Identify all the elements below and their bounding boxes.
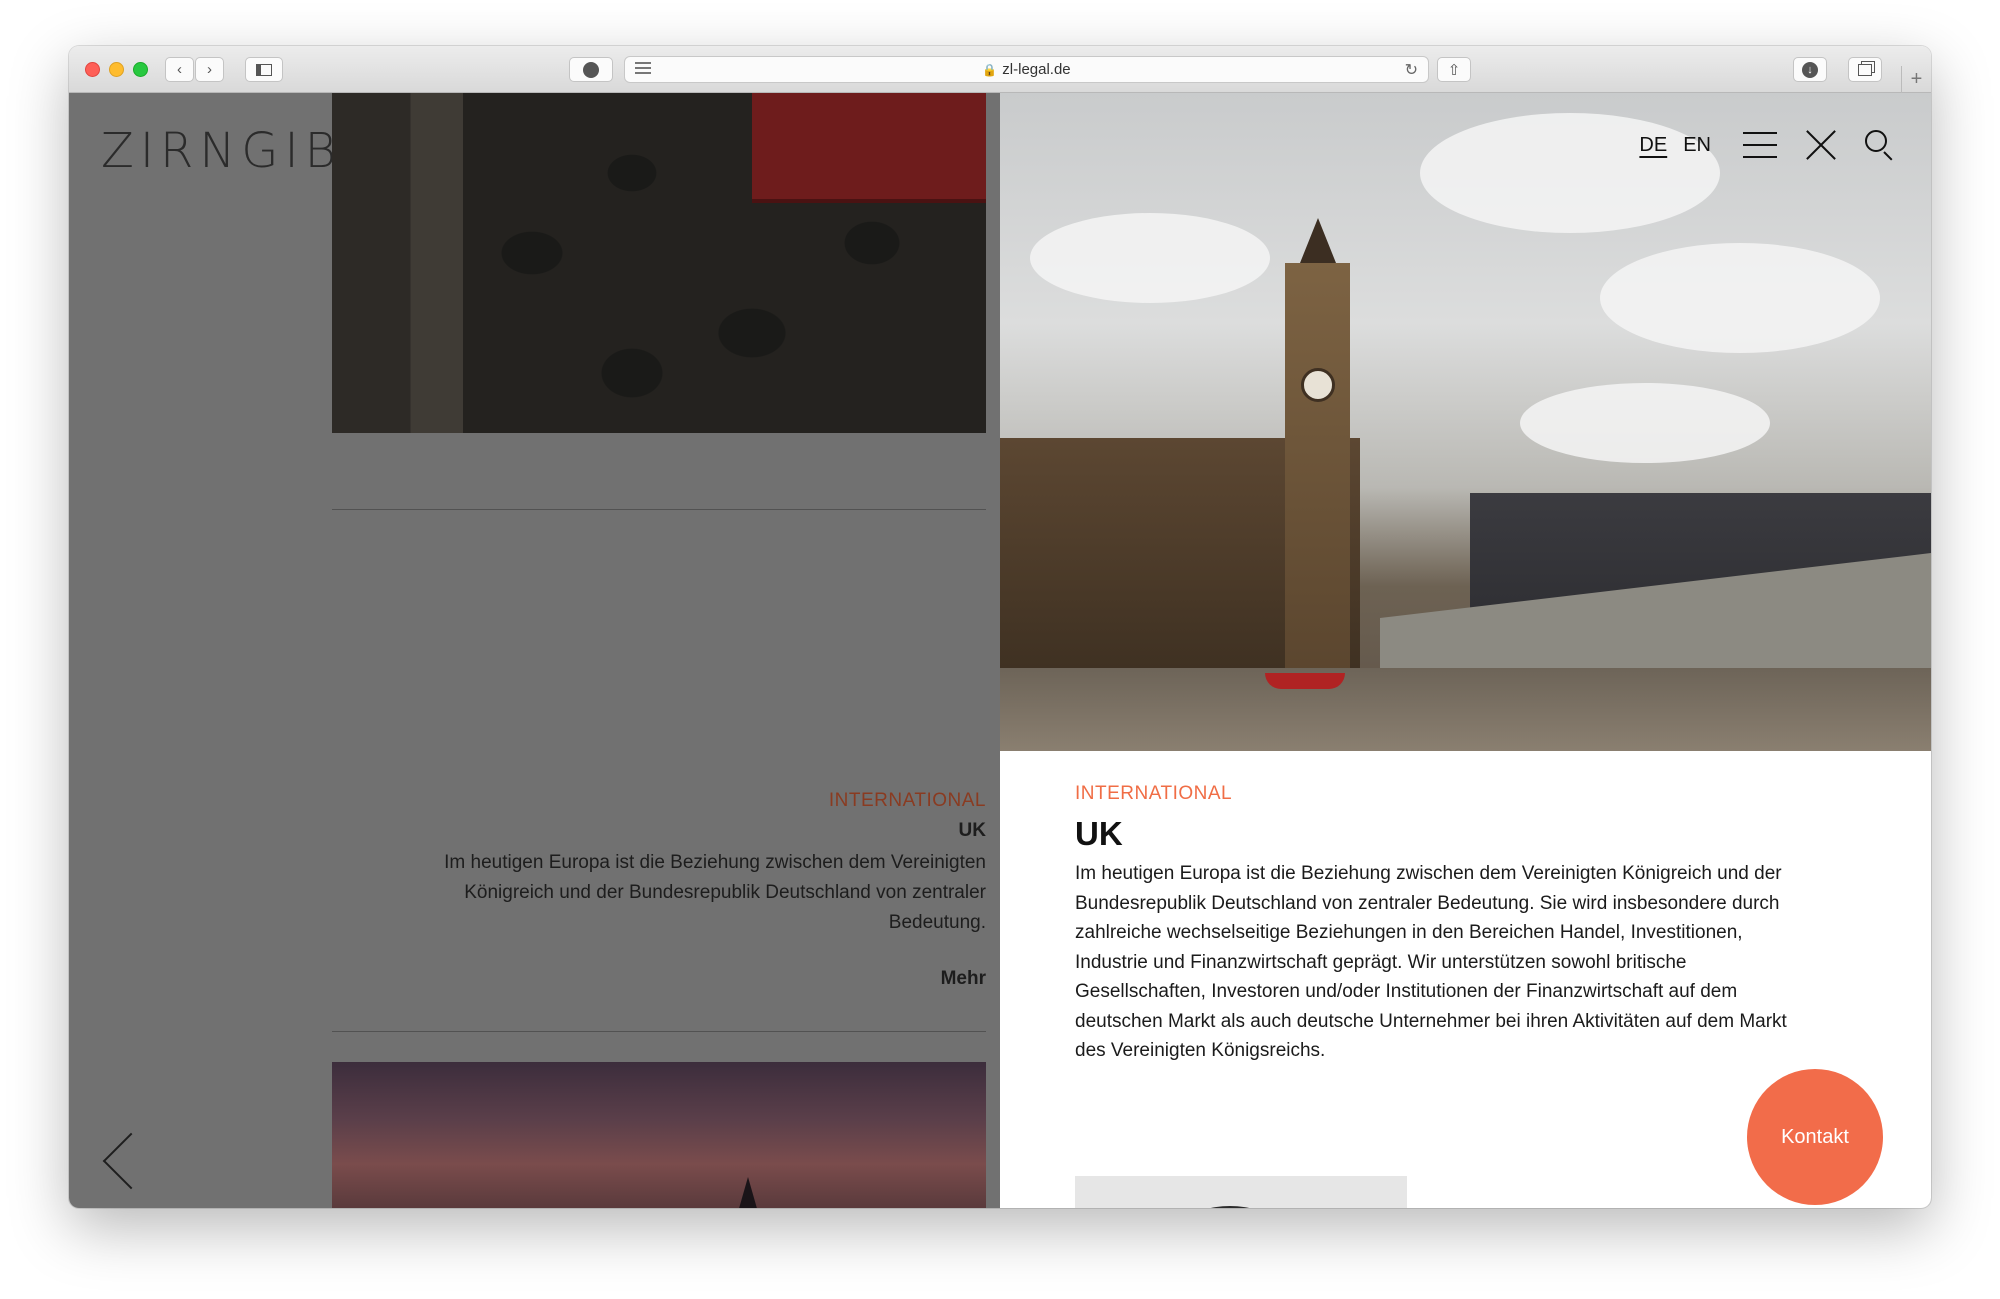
- page-content: ZIRNGIBL INTERNATIONAL UK Im heutigen Eu…: [69, 93, 1931, 1208]
- address-bar[interactable]: 🔒 zl-legal.de ↻: [624, 56, 1429, 83]
- browser-titlebar: ‹ › 🔒 zl-legal.de ↻ ⇧ ↓ +: [69, 46, 1931, 93]
- share-button[interactable]: ⇧: [1437, 57, 1471, 82]
- boat-shape: [1265, 673, 1345, 689]
- reload-icon[interactable]: ↻: [1405, 60, 1418, 80]
- portrait-image: [1075, 1176, 1407, 1208]
- more-link[interactable]: Mehr: [332, 968, 986, 990]
- menu-icon[interactable]: [1743, 132, 1777, 158]
- window-minimize-icon[interactable]: [109, 62, 124, 77]
- panel-body: INTERNATIONAL UK Im heutigen Europa ist …: [1075, 783, 1795, 1066]
- sunset-city-image[interactable]: [332, 1062, 986, 1208]
- cloud-shape: [1600, 243, 1880, 353]
- card-title: UK: [958, 820, 986, 841]
- chevron-left-icon[interactable]: [102, 1132, 160, 1190]
- head-shape: [1155, 1206, 1305, 1208]
- lock-icon: 🔒: [982, 62, 998, 77]
- back-icon: ‹: [177, 61, 182, 78]
- panel-text: Im heutigen Europa ist die Beziehung zwi…: [1075, 863, 1787, 1061]
- big-ben-hero-image: [1000, 93, 1931, 751]
- panel-category: INTERNATIONAL: [1075, 783, 1233, 804]
- tabs-icon: [1858, 63, 1872, 76]
- search-icon[interactable]: [1865, 130, 1895, 161]
- grammarly-button[interactable]: [569, 57, 613, 82]
- clock-tower-shape: [1285, 263, 1350, 683]
- back-button[interactable]: ‹: [165, 57, 194, 82]
- card-text: Im heutigen Europa ist die Beziehung zwi…: [444, 852, 986, 933]
- contact-button[interactable]: Kontakt: [1747, 1069, 1883, 1205]
- river-shape: [1000, 668, 1931, 751]
- grammarly-icon: [583, 61, 599, 78]
- card-category: INTERNATIONAL: [828, 790, 986, 811]
- url-text: zl-legal.de: [1002, 61, 1071, 78]
- downloads-button[interactable]: ↓: [1793, 57, 1827, 82]
- bus-shape: [752, 93, 986, 203]
- close-icon[interactable]: [1805, 129, 1837, 161]
- uk-card-preview[interactable]: INTERNATIONAL UK Im heutigen Europa ist …: [332, 790, 986, 990]
- rickshaw-traffic-image[interactable]: [332, 93, 986, 433]
- browser-window: ‹ › 🔒 zl-legal.de ↻ ⇧ ↓ + ZIRNGIBL INTER…: [69, 46, 1931, 1208]
- clock-face-shape: [1301, 368, 1335, 402]
- lang-de-link[interactable]: DE: [1639, 134, 1667, 157]
- lang-en-link[interactable]: EN: [1683, 134, 1711, 157]
- cloud-shape: [1520, 383, 1770, 463]
- panel-title: UK: [1075, 815, 1123, 852]
- sidebar-button[interactable]: [245, 57, 283, 82]
- card-divider: [332, 509, 986, 510]
- new-tab-icon[interactable]: +: [1901, 66, 1931, 93]
- downloads-icon: ↓: [1802, 61, 1818, 78]
- detail-panel: DE EN INTERNATIONAL UK Im heutigen Europ…: [1000, 93, 1931, 1208]
- window-close-icon[interactable]: [85, 62, 100, 77]
- forward-button[interactable]: ›: [195, 57, 224, 82]
- share-icon: ⇧: [1447, 61, 1461, 79]
- top-nav: DE EN: [1639, 129, 1895, 161]
- reader-icon[interactable]: [635, 62, 651, 77]
- window-zoom-icon[interactable]: [133, 62, 148, 77]
- forward-icon: ›: [207, 61, 212, 78]
- tabs-button[interactable]: [1848, 57, 1882, 82]
- spire-shape: [738, 1177, 758, 1208]
- card-divider: [332, 1031, 986, 1032]
- cloud-shape: [1030, 213, 1270, 303]
- sidebar-icon: [256, 63, 272, 76]
